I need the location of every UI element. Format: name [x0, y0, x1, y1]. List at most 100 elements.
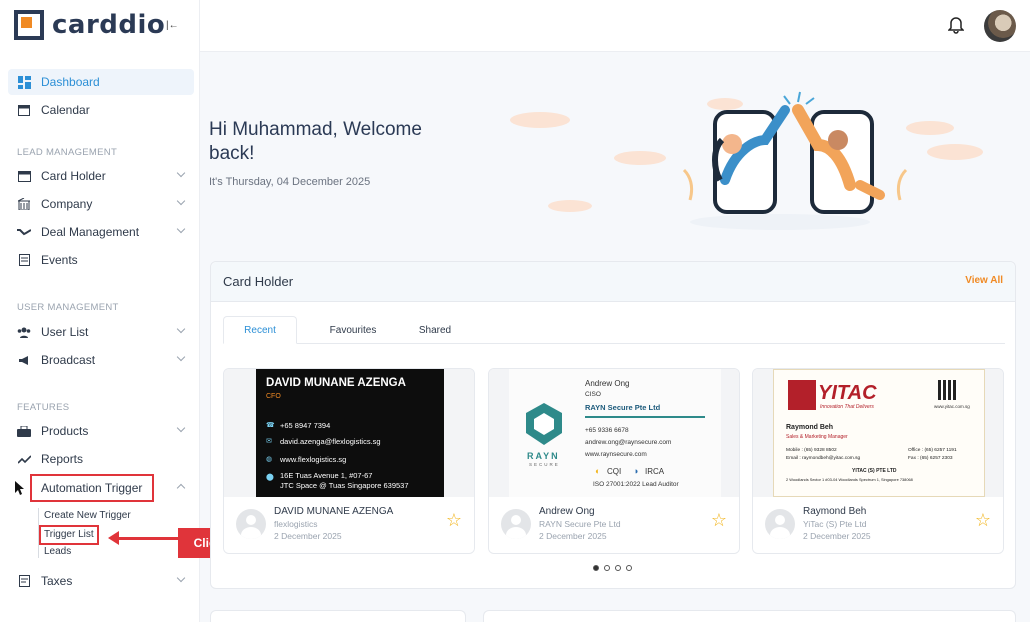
- sidebar-item-label: User List: [41, 325, 89, 339]
- business-card-image: YITAC Innovation That Delivers www.yitac…: [753, 369, 1003, 497]
- company-icon: [17, 197, 31, 211]
- bc-role: CFO: [266, 393, 281, 400]
- sidebar-item-label: Taxes: [41, 574, 73, 588]
- bc-web: www.yitac.com.sg: [934, 404, 970, 409]
- submenu-item-leads[interactable]: Leads: [44, 546, 71, 557]
- chevron-down-icon: [176, 573, 186, 583]
- sidebar-item-broadcast[interactable]: Broadcast: [8, 347, 194, 373]
- chevron-down-icon: [176, 196, 186, 206]
- collapse-sidebar-icon[interactable]: |←: [166, 20, 179, 31]
- sidebar-item-label: Card Holder: [41, 169, 106, 183]
- welcome-title: Hi Muhammad, Welcome back!: [209, 119, 422, 164]
- card-footer: DAVID MUNANE AZENGA flexlogistics 2 Dece…: [224, 497, 474, 553]
- business-card-light: RAYN SECURE Andrew Ong CISO RAYN Secure …: [509, 369, 721, 497]
- annotation-arrow-line: [116, 537, 178, 540]
- contact-name: Andrew Ong: [539, 506, 595, 517]
- reports-trend-icon: [17, 452, 31, 466]
- favourite-star-icon[interactable]: ☆: [711, 511, 727, 529]
- logo-text: carddio: [52, 10, 166, 40]
- carousel-dot[interactable]: [615, 565, 621, 571]
- card-holder-panel: Card Holder View All Recent Favourites S…: [210, 261, 1016, 589]
- user-avatar[interactable]: [984, 10, 1016, 42]
- phone-icon: ☎: [266, 422, 275, 429]
- section-label-lead-management: LEAD MANAGEMENT: [17, 147, 118, 158]
- business-card-light: YITAC Innovation That Delivers www.yitac…: [773, 369, 985, 497]
- bc-mobile: Mobile : (65) 9328 8502: [786, 448, 837, 453]
- sidebar-item-calendar[interactable]: Calendar: [8, 97, 194, 123]
- carousel-pagination: [593, 565, 637, 571]
- sidebar-item-reports[interactable]: Reports: [8, 446, 194, 472]
- bc-cert-irca: IRCA: [645, 467, 665, 476]
- view-all-link[interactable]: View All: [965, 275, 1003, 286]
- bc-web: www.raynsecure.com: [585, 451, 647, 458]
- contact-company: RAYN Secure Pte Ltd: [539, 519, 621, 529]
- submenu-item-create-new-trigger[interactable]: Create New Trigger: [44, 510, 131, 521]
- bc-email: Email : raymondbeh@yitac.com.sg: [786, 456, 861, 461]
- sidebar-item-deal-management[interactable]: Deal Management: [8, 219, 194, 245]
- sidebar-item-events[interactable]: Events: [8, 247, 194, 273]
- contact-date: 2 December 2025: [803, 531, 871, 541]
- sidebar-item-label: Company: [41, 197, 93, 211]
- bc-cert-cqi: CQI: [607, 467, 622, 476]
- contact-avatar-icon: [236, 509, 266, 539]
- sidebar-item-products[interactable]: Products: [8, 418, 194, 444]
- panel-title: Card Holder: [223, 274, 294, 289]
- carousel-dot[interactable]: [626, 565, 632, 571]
- business-card-image: RAYN SECURE Andrew Ong CISO RAYN Secure …: [489, 369, 739, 497]
- business-card-item[interactable]: RAYN SECURE Andrew Ong CISO RAYN Secure …: [488, 368, 740, 554]
- contact-date: 2 December 2025: [539, 531, 607, 541]
- card-footer: Raymond Beh YiTac (S) Pte Ltd 2 December…: [753, 497, 1003, 553]
- location-pin-icon: ⬤: [266, 474, 274, 481]
- rayn-shield-logo-icon: [526, 403, 562, 445]
- handshake-icon: [17, 225, 31, 239]
- carddio-logo[interactable]: carddio: [14, 10, 165, 40]
- tab-shared[interactable]: Shared: [403, 316, 467, 344]
- sidebar-item-taxes[interactable]: Taxes: [8, 568, 194, 594]
- welcome-date: It's Thursday, 04 December 2025: [209, 176, 371, 188]
- contact-company: YiTac (S) Pte Ltd: [803, 519, 867, 529]
- business-card-image: DAVID MUNANE AZENGA CFO ☎ +65 8947 7394 …: [224, 369, 474, 497]
- bc-name: Raymond Beh: [786, 424, 834, 431]
- megaphone-icon: [17, 353, 31, 367]
- favourite-star-icon[interactable]: ☆: [446, 511, 462, 529]
- sidebar-item-label: Broadcast: [41, 353, 96, 367]
- card-holder-icon: [17, 169, 31, 183]
- bc-email: david.azenga@flexlogistics.sg: [280, 437, 381, 446]
- qr-code-icon: [938, 380, 958, 400]
- sidebar-item-user-list[interactable]: User List: [8, 319, 194, 345]
- sidebar-item-dashboard[interactable]: Dashboard: [8, 69, 194, 95]
- business-card-item[interactable]: DAVID MUNANE AZENGA CFO ☎ +65 8947 7394 …: [223, 368, 475, 554]
- sidebar-item-label: Products: [41, 424, 89, 438]
- bc-logo-sub: SECURE: [529, 462, 560, 467]
- calendar-icon: [17, 103, 31, 117]
- bc-tagline: Innovation That Delivers: [820, 404, 874, 410]
- business-card-item[interactable]: YITAC Innovation That Delivers www.yitac…: [752, 368, 1004, 554]
- card-holder-tabs: Recent Favourites Shared: [223, 316, 1005, 344]
- carousel-dot[interactable]: [593, 565, 599, 571]
- highlight-box-automation-trigger: [30, 474, 154, 502]
- bc-logo: RAYN: [527, 451, 560, 461]
- sidebar-item-label: Deal Management: [41, 225, 140, 239]
- sidebar-item-company[interactable]: Company: [8, 191, 194, 217]
- chevron-down-icon: [176, 423, 186, 433]
- bc-name: Andrew Ong: [585, 379, 630, 388]
- bc-fax: Fax : (65) 6257 2303: [908, 456, 953, 461]
- bc-logo: YITAC: [818, 382, 877, 404]
- bc-company: YITAC (S) PTE LTD: [852, 468, 897, 474]
- bc-address-1: 16E Tuas Avenue 1, #07-67: [280, 471, 373, 480]
- bc-office: Office : (65) 6257 1191: [908, 448, 957, 453]
- notification-bell-icon[interactable]: [947, 16, 965, 34]
- bc-address: 2 Woodlands Sector 1 #03-04 Woodlands Sp…: [786, 477, 913, 482]
- tab-favourites[interactable]: Favourites: [313, 316, 393, 344]
- favourite-star-icon[interactable]: ☆: [975, 511, 991, 529]
- tab-recent[interactable]: Recent: [223, 316, 297, 344]
- sidebar-item-label: Reports: [41, 452, 84, 466]
- sidebar-item-card-holder[interactable]: Card Holder: [8, 163, 194, 189]
- chevron-up-icon: [176, 483, 186, 493]
- sidebar: carddio |← Dashboard Calendar LEAD MANAG…: [0, 0, 200, 622]
- bc-address-2: JTC Space @ Tuas Singapore 639537: [280, 481, 409, 490]
- bc-name: DAVID MUNANE AZENGA: [266, 377, 406, 389]
- business-card-dark: DAVID MUNANE AZENGA CFO ☎ +65 8947 7394 …: [256, 369, 444, 497]
- highlight-box-trigger-list: [39, 525, 99, 545]
- carousel-dot[interactable]: [604, 565, 610, 571]
